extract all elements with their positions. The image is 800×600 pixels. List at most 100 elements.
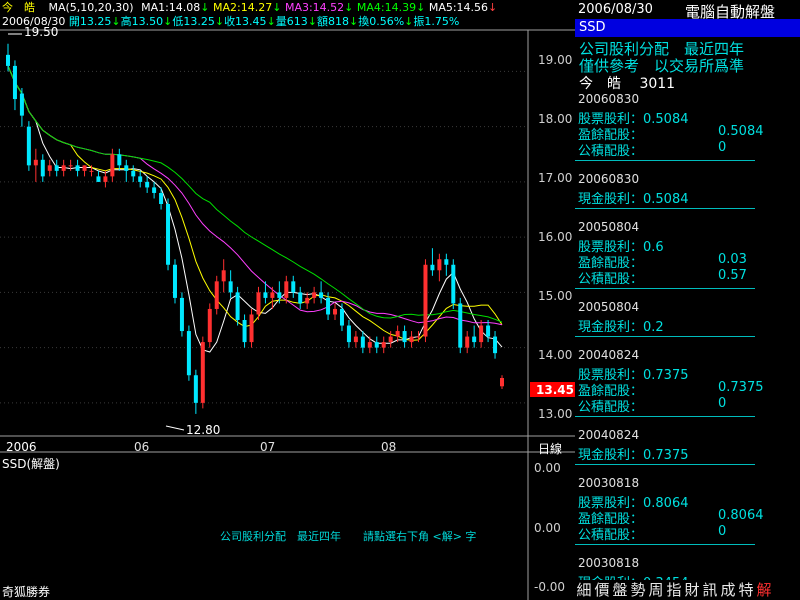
candle-body [437, 259, 442, 271]
candle-body [214, 281, 219, 309]
candle-body [12, 65, 17, 100]
dividend-row: 股票股利：0.8064 [578, 492, 798, 511]
candle-body [96, 176, 101, 182]
candle-body [319, 292, 324, 298]
candle-body [284, 281, 289, 298]
candle-body [339, 308, 344, 326]
dividend-value: 0 [718, 396, 727, 411]
dividend-value: 0.03 [718, 252, 747, 267]
chart-frame [0, 29, 575, 600]
dividend-section: 20050804 現金股利：0.2 [578, 300, 798, 335]
tab-trend[interactable]: 勢 [629, 580, 647, 600]
tab-finance[interactable]: 財 [683, 580, 701, 600]
sub-y-tick: 0.00 [534, 521, 561, 535]
y-tick: 14.00 [538, 348, 573, 362]
section-separator [575, 208, 755, 209]
section-date: 20030818 [578, 476, 640, 490]
tab-special[interactable]: 特 [737, 580, 755, 600]
tab-detail[interactable]: 細 [575, 580, 593, 600]
price-grid [0, 70, 528, 404]
dividend-row: 公積配股： 0 [578, 396, 798, 415]
dividend-value: 0.57 [718, 268, 747, 283]
tab-price[interactable]: 價 [593, 580, 611, 600]
candle-body [472, 336, 477, 343]
x-label-06: 06 [134, 440, 150, 454]
y-tick: 15.00 [538, 289, 573, 303]
dividend-row: 股票股利：0.6 [578, 236, 798, 255]
candle-body [326, 297, 331, 315]
candle-body [40, 159, 45, 177]
bottom-tab-bar: 細價盤勢周指財訊成特解 [575, 580, 800, 600]
candle-body [117, 154, 122, 166]
tab-news[interactable]: 訊 [701, 580, 719, 600]
dividend-row: 盈餘配股： 0.8064 [578, 508, 798, 527]
candle-body [270, 292, 275, 298]
candle-body [152, 187, 157, 193]
dividend-row: 股票股利：0.5084 [578, 108, 798, 127]
candle-body [68, 165, 73, 167]
candle-body [430, 264, 435, 271]
x-label-07: 07 [260, 440, 276, 454]
candle-body [486, 325, 491, 337]
dividend-row: 股票股利：0.7375 [578, 364, 798, 383]
low-annotation: 12.80 [186, 423, 221, 437]
tab-board[interactable]: 盤 [611, 580, 629, 600]
sub-y-tick: -0.00 [534, 580, 566, 594]
candle-body [89, 170, 94, 172]
annotations [8, 33, 575, 431]
candle-body [402, 331, 407, 343]
low-annotation-leader [165, 425, 185, 431]
period-daily-label[interactable]: 日線 [538, 440, 562, 457]
candle-body [444, 259, 449, 265]
price-chart[interactable] [0, 0, 575, 600]
section-date: 20030818 [578, 556, 640, 570]
candle-body [26, 126, 31, 166]
candle-body [465, 336, 470, 348]
last-price-label: 13.45 [536, 383, 574, 397]
candle-body [458, 303, 463, 348]
ma30-line [7, 65, 503, 323]
ssd-tab-label: SSD [579, 20, 606, 35]
candle-body [19, 93, 24, 116]
candle-body [479, 325, 484, 343]
dividend-label: 現金股利：0.5084 [578, 192, 689, 207]
dividend-label: 現金股利：0.7375 [578, 448, 689, 463]
candle-body [500, 378, 504, 387]
section-separator [575, 544, 755, 545]
x-label-08: 08 [381, 440, 397, 454]
candle-body [75, 165, 80, 171]
candle-body [103, 176, 108, 182]
dividend-value: 0.7375 [718, 380, 764, 395]
candle-body [193, 375, 198, 403]
tab-index[interactable]: 指 [665, 580, 683, 600]
section-separator [575, 464, 755, 465]
candle-body [124, 165, 129, 171]
ma5-line [7, 65, 503, 353]
dividend-section: 20030818現金股利：0.3454 [578, 556, 798, 582]
tab-trades[interactable]: 成 [719, 580, 737, 600]
candle-body [47, 165, 52, 171]
dividend-label: 公積配股： [578, 144, 644, 159]
tab-weekly[interactable]: 周 [647, 580, 665, 600]
dividend-row: 現金股利：0.2 [578, 316, 798, 335]
y-tick: 13.00 [538, 407, 573, 421]
section-date: 20050804 [578, 300, 640, 314]
candle-body [159, 192, 164, 204]
tab-analysis[interactable]: 解 [755, 580, 773, 600]
dividend-section: 20060830 股票股利：0.5084 盈餘配股： 0.5084 公積配股： 0 [578, 92, 798, 159]
candle-body [6, 54, 10, 66]
dividend-label: 公積配股： [578, 400, 644, 415]
sub-y-tick: 0.00 [534, 461, 561, 475]
candle-body [166, 204, 171, 265]
y-tick: 18.00 [538, 112, 573, 126]
dividend-label: 公積配股： [578, 272, 644, 287]
ma-lines [7, 65, 503, 353]
candle-body [131, 170, 136, 177]
dividend-section: 20040824 現金股利：0.7375 [578, 428, 798, 463]
section-separator [575, 336, 755, 337]
ssd-tab[interactable]: SSD [575, 19, 800, 37]
app-brand: 奇狐勝券 [2, 585, 51, 599]
candles [6, 43, 504, 414]
section-date: 20060830 [578, 172, 640, 186]
section-date: 20050804 [578, 220, 640, 234]
